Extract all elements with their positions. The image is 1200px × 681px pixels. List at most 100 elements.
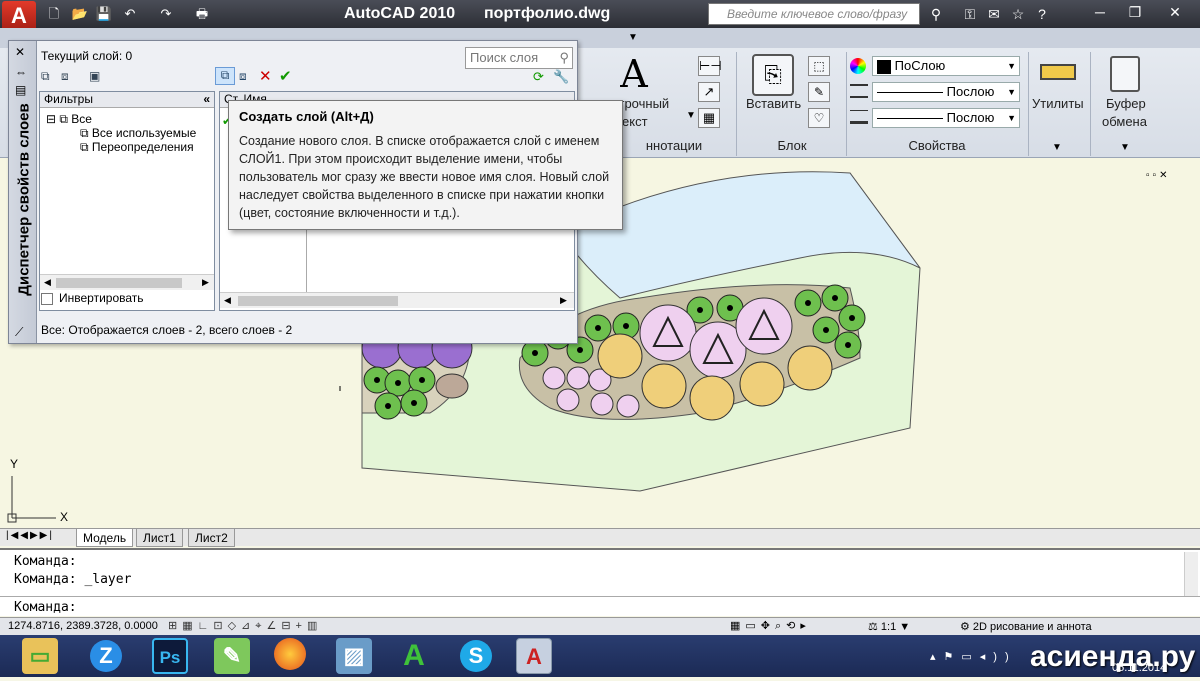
autocad-2010-taskbar-icon[interactable]: A [516, 638, 552, 674]
utilities-dropdown-icon[interactable]: ▼ [1052, 142, 1062, 153]
new-layer-frozen-icon[interactable]: ⧈ [239, 69, 247, 84]
palette-autohide-icon[interactable]: ⇔ [15, 65, 27, 79]
clipboard-dropdown-icon[interactable]: ▼ [1120, 142, 1130, 153]
properties-panel-title[interactable]: Свойства [848, 136, 1026, 156]
color-wheel-icon[interactable] [850, 58, 866, 74]
ribbon-separator [846, 52, 847, 156]
tree-node-used-label: Все используемые [91, 126, 197, 140]
tab-navigation-arrows[interactable]: |◀◀▶▶| [6, 530, 54, 541]
tree-node-overrides[interactable]: ⧉ Переопределения [80, 140, 194, 155]
communication-icon[interactable]: ✉ [984, 4, 1004, 24]
multiline-text-icon[interactable]: A [612, 52, 656, 100]
mtext-label-2[interactable]: екст [622, 114, 648, 129]
photo-viewer-icon[interactable]: ▨ [336, 638, 372, 674]
layer-search-input[interactable]: Поиск слоя ⚲ [465, 47, 573, 69]
ribbon-separator [1028, 52, 1029, 156]
minimize-icon[interactable]: ─ [1080, 2, 1120, 22]
zoho-icon[interactable]: Z [88, 638, 124, 674]
lineweight-icon[interactable] [850, 84, 868, 98]
lineweight-dropdown[interactable]: Послою ▼ [872, 108, 1020, 128]
refresh-icon[interactable]: ⟳ [533, 69, 544, 85]
tray-date: 06.11.2014 [1112, 662, 1167, 674]
palette-resize-icon[interactable]: ⟋ [15, 325, 23, 340]
clipboard-label-1[interactable]: Буфер [1106, 96, 1146, 111]
open-file-icon[interactable]: 📂 [70, 4, 90, 24]
redo-icon[interactable]: ↷ [156, 4, 176, 24]
linewidth-icon[interactable] [850, 110, 868, 124]
delete-layer-icon[interactable]: ✕ [259, 67, 272, 85]
annotations-panel-title[interactable]: ннотации [612, 136, 736, 156]
plot-icon[interactable]: 🖶 [192, 4, 212, 24]
clipboard-icon[interactable] [1110, 56, 1140, 92]
settings-icon[interactable]: 🔧 [553, 69, 569, 85]
tab-model[interactable]: Модель [76, 529, 134, 547]
linetype-dropdown[interactable]: Послою ▼ [872, 82, 1020, 102]
insert-label[interactable]: Вставить [746, 96, 801, 111]
undo-icon[interactable]: ↶ [120, 4, 140, 24]
insert-block-icon[interactable]: ⎘ [752, 54, 794, 96]
layout-tabs-bar: |◀◀▶▶| Модель Лист1 Лист2 [0, 528, 1200, 547]
new-layer-icon[interactable]: ⧉ [215, 67, 235, 85]
file-explorer-icon[interactable]: ▭ [22, 638, 58, 674]
maximize-icon[interactable]: ❐ [1115, 2, 1155, 22]
color-dropdown[interactable]: ПоСлою ▼ [872, 56, 1020, 76]
tree-node-all[interactable]: ⊟ ⧉ Все [46, 112, 92, 127]
filter-tree-header[interactable]: Фильтры « [40, 92, 214, 108]
coordinates-readout[interactable]: 1274.8716, 2389.3728, 0.0000 [8, 620, 158, 632]
palette-side-bar[interactable]: ✕ ⇔ ▤ Диспетчер свойств слоев ⟋ [9, 41, 37, 343]
drafting-toggles[interactable]: ⊞▦∟⊡◇⊿⌖∠⊟+▥ [168, 619, 322, 633]
tree-node-all-used[interactable]: ⧉ Все используемые [80, 126, 196, 141]
layer-states-icon[interactable]: ▣ [89, 69, 100, 83]
linetype-value: Послою [946, 84, 995, 99]
clipboard-label-2[interactable]: обмена [1102, 114, 1147, 129]
tab-sheet1[interactable]: Лист1 [136, 529, 183, 547]
binoculars-icon[interactable]: ⚲ [926, 4, 946, 24]
leader-icon[interactable]: ↗ [698, 82, 720, 102]
firefox-icon[interactable] [272, 638, 308, 674]
invert-filter-checkbox[interactable] [41, 293, 53, 305]
command-history-line-1: Команда: [14, 554, 77, 569]
autocad-green-icon[interactable]: A [396, 638, 432, 674]
command-scrollbar[interactable] [1184, 552, 1198, 596]
set-current-icon[interactable]: ✔ [279, 67, 292, 85]
new-filter-icon[interactable]: ⧉ [41, 69, 50, 84]
autocad-logo-icon[interactable]: A [2, 1, 36, 31]
attribute-icon[interactable]: ♡ [808, 108, 830, 128]
new-file-icon[interactable]: 🗋 [44, 4, 64, 24]
navigation-tools[interactable]: ▦▭✥⌕⟲▸ [730, 619, 811, 633]
utilities-label[interactable]: Утилиты [1032, 96, 1084, 111]
help-icon[interactable]: ? [1032, 4, 1052, 24]
mtext-dropdown-icon[interactable]: ▼ [686, 110, 696, 121]
edit-block-icon[interactable]: ✎ [808, 82, 830, 102]
favorites-star-icon[interactable]: ☆ [1008, 4, 1028, 24]
annotation-scale[interactable]: ⚖ 1:1 ▼ [868, 620, 910, 633]
command-history-line-2: Команда: _layer [14, 572, 132, 587]
block-panel-title[interactable]: Блок [740, 136, 844, 156]
key-icon[interactable]: ⚿ [960, 4, 980, 24]
dimension-icon[interactable]: ⊢⊣ [698, 56, 722, 76]
y-axis-label: Y [10, 457, 19, 471]
filter-tree-scrollbar[interactable]: ◀ ▶ [40, 274, 214, 290]
new-group-filter-icon[interactable]: ⧈ [61, 69, 69, 84]
measure-ruler-icon[interactable] [1040, 64, 1076, 80]
notepad-icon[interactable]: ✎ [214, 638, 250, 674]
infocenter-search-input[interactable]: Введите ключевое слово/фразу [708, 3, 920, 25]
system-tray[interactable]: ▴⚑▭◂)) [930, 650, 1017, 663]
layer-list-scrollbar[interactable]: ◀ ▶ [220, 292, 574, 308]
palette-title: Диспетчер свойств слоев [15, 103, 33, 296]
workspace-switcher[interactable]: ⚙ 2D рисование и аннота [960, 620, 1092, 633]
photoshop-icon[interactable]: Ps [152, 638, 188, 674]
tab-sheet2[interactable]: Лист2 [188, 529, 235, 547]
skype-icon[interactable]: S [458, 638, 494, 674]
command-window[interactable]: Команда: Команда: _layer Команда: [0, 548, 1200, 616]
annotation-scale-value: 1:1 [880, 621, 897, 633]
save-icon[interactable]: 💾 [94, 4, 114, 24]
ribbon-minimize-icon[interactable]: ▼ [624, 32, 642, 44]
table-icon[interactable]: ▦ [698, 108, 720, 128]
x-axis-label: X [60, 510, 69, 524]
close-icon[interactable]: ✕ [1155, 2, 1195, 22]
create-block-icon[interactable]: ⬚ [808, 56, 830, 76]
collapse-icon[interactable]: « [203, 92, 214, 106]
palette-close-icon[interactable]: ✕ [15, 45, 25, 59]
command-prompt[interactable]: Команда: [14, 600, 77, 615]
